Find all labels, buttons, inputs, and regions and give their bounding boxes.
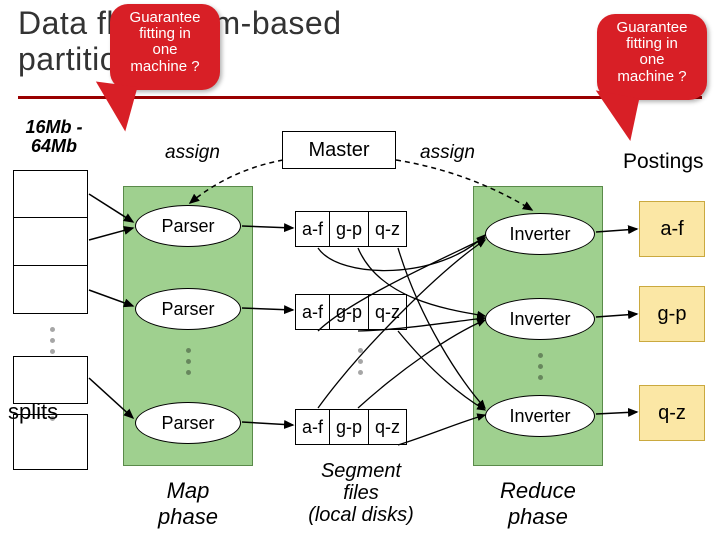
- inverter-node: Inverter: [485, 213, 595, 255]
- segment-cell: q-z: [369, 295, 406, 329]
- posting-box: a-f: [639, 201, 705, 257]
- inverter-node: Inverter: [485, 298, 595, 340]
- vertical-ellipsis-icon: [536, 353, 544, 380]
- master-label: Master: [308, 139, 369, 162]
- split-box: [13, 170, 88, 218]
- callout-tail-icon: [596, 90, 655, 145]
- assign-left-label: assign: [165, 142, 220, 164]
- vertical-ellipsis-icon: [356, 348, 364, 375]
- map-phase-label: Mapphase: [158, 478, 218, 530]
- callout-right: Guarantee fitting in one machine ?: [597, 14, 707, 100]
- segment-cell: g-p: [330, 212, 369, 246]
- segment-row: a-f g-p q-z: [295, 211, 407, 247]
- split-box: [13, 266, 88, 314]
- segment-cell: g-p: [330, 410, 369, 444]
- assign-right-label: assign: [420, 142, 475, 164]
- inverter-node: Inverter: [485, 395, 595, 437]
- segment-cell: a-f: [296, 212, 330, 246]
- postings-heading: Postings: [623, 150, 704, 174]
- segment-cell: a-f: [296, 295, 330, 329]
- segment-cell: a-f: [296, 410, 330, 444]
- segment-cell: g-p: [330, 295, 369, 329]
- split-size-label: 16Mb - 64Mb: [14, 118, 94, 156]
- segment-row: a-f g-p q-z: [295, 409, 407, 445]
- segment-row: a-f g-p q-z: [295, 294, 407, 330]
- posting-box: g-p: [639, 286, 705, 342]
- vertical-ellipsis-icon: [184, 348, 192, 375]
- parser-node: Parser: [135, 288, 241, 330]
- size-line-2: 64Mb: [31, 136, 77, 156]
- callout-left: Guarantee fitting in one machine ?: [110, 4, 220, 90]
- input-splits-column: [13, 170, 88, 314]
- posting-box: q-z: [639, 385, 705, 441]
- split-box: [13, 218, 88, 266]
- parser-node: Parser: [135, 402, 241, 444]
- master-node: Master: [282, 131, 396, 169]
- segment-cell: q-z: [369, 212, 406, 246]
- segment-files-label: Segment files (local disks): [291, 460, 431, 526]
- size-line-1: 16Mb -: [25, 117, 82, 137]
- split-box: [13, 356, 88, 404]
- splits-label: splits: [8, 399, 58, 425]
- reduce-phase-label: Reducephase: [500, 478, 576, 530]
- vertical-ellipsis-icon: [48, 327, 56, 354]
- parser-node: Parser: [135, 205, 241, 247]
- segment-cell: q-z: [369, 410, 406, 444]
- callout-tail-icon: [96, 81, 148, 134]
